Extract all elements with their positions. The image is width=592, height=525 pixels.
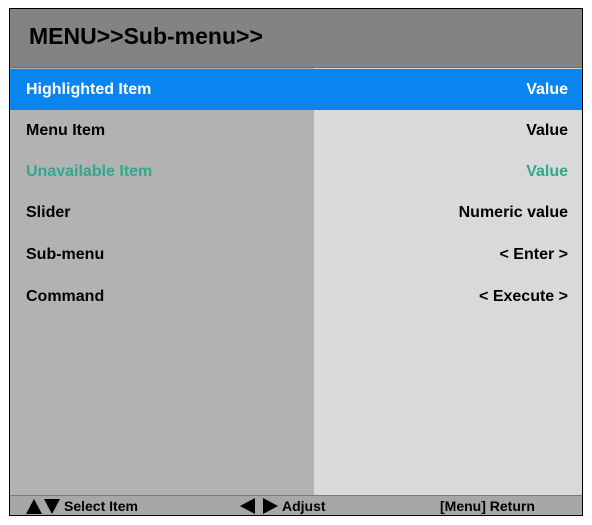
row-label: Menu Item bbox=[26, 122, 106, 139]
row-label: Sub-menu bbox=[26, 246, 105, 263]
menu-row-command[interactable]: Command < Execute > bbox=[10, 276, 582, 317]
row-value: Value bbox=[526, 81, 568, 98]
title-bar: MENU>>Sub-menu>> bbox=[10, 9, 582, 68]
row-value: Numeric value bbox=[458, 204, 568, 221]
menu-row-sub-menu[interactable]: Sub-menu < Enter > bbox=[10, 234, 582, 275]
menu-row-slider[interactable]: Slider Numeric value bbox=[10, 192, 582, 233]
row-value: Value bbox=[526, 122, 568, 139]
down-triangle-icon bbox=[44, 498, 60, 514]
footer-select-hint: Select Item bbox=[26, 497, 138, 515]
up-triangle-icon bbox=[26, 498, 42, 514]
select-item-label: Select Item bbox=[64, 498, 138, 514]
row-label: Highlighted Item bbox=[26, 81, 152, 98]
row-label: Slider bbox=[26, 204, 71, 221]
footer-adjust-hint: Adjust bbox=[240, 497, 326, 515]
menu-row-unavailable-item: Unavailable Item Value bbox=[10, 151, 582, 192]
row-label: Command bbox=[26, 288, 105, 305]
footer-return-hint: [Menu] Return bbox=[440, 497, 535, 515]
osd-menu: MENU>>Sub-menu>> Highlighted Item Value … bbox=[9, 8, 583, 516]
menu-row-menu-item[interactable]: Menu Item Value bbox=[10, 110, 582, 151]
menu-body: Highlighted Item Value Menu Item Value U… bbox=[10, 68, 582, 495]
footer-help-bar: Select Item Adjust [Menu] Return bbox=[10, 495, 582, 515]
menu-title: MENU>>Sub-menu>> bbox=[29, 23, 263, 49]
return-label: [Menu] Return bbox=[440, 498, 535, 514]
right-triangle-icon bbox=[263, 498, 278, 514]
left-triangle-icon bbox=[240, 498, 255, 514]
row-label: Unavailable Item bbox=[26, 163, 153, 180]
row-value: < Enter > bbox=[499, 246, 568, 263]
menu-row-highlighted-item[interactable]: Highlighted Item Value bbox=[10, 69, 582, 110]
row-value: < Execute > bbox=[479, 288, 568, 305]
row-value: Value bbox=[526, 163, 568, 180]
adjust-label: Adjust bbox=[282, 498, 326, 514]
